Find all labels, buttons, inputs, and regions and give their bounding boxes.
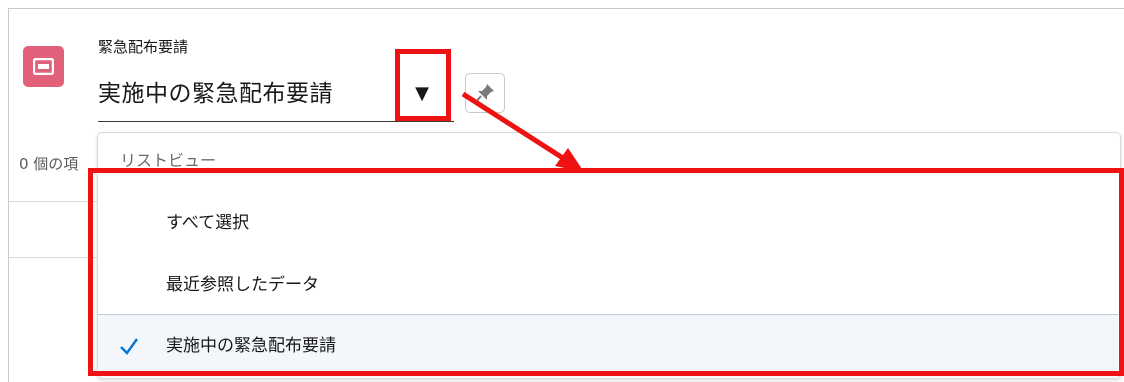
annotation-arrow — [461, 91, 584, 172]
